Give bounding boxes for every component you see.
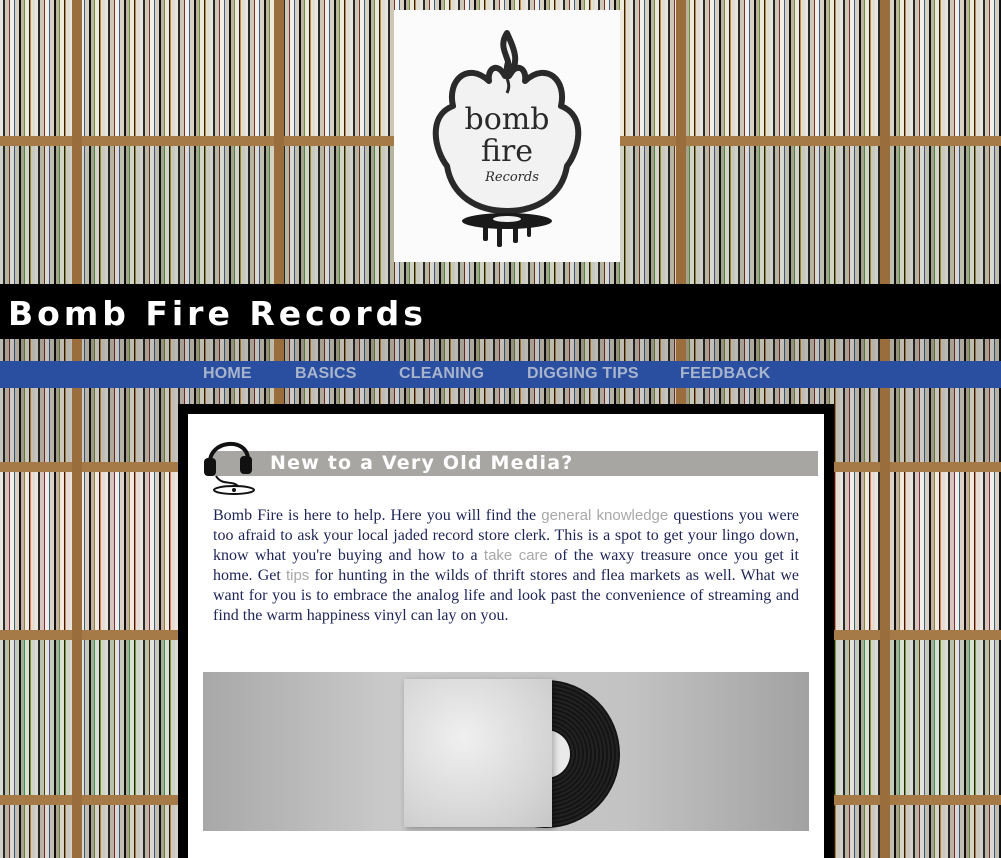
flame-record-logo-icon: bomb fire Records: [432, 30, 582, 247]
heading-bar: New to a Very Old Media?: [212, 451, 818, 476]
svg-text:fire: fire: [481, 134, 533, 169]
page-heading: New to a Very Old Media?: [270, 452, 574, 474]
nav-feedback[interactable]: FEEDBACK: [680, 365, 771, 383]
nav-basics[interactable]: BASICS: [295, 365, 357, 383]
content-frame: New to a Very Old Media? Bomb Fire is he…: [178, 404, 834, 858]
nav-digging-tips[interactable]: DIGGING TIPS: [527, 365, 639, 383]
shelf-post: [880, 0, 890, 858]
shelf-post: [72, 0, 82, 858]
site-header: Bomb Fire Records: [0, 284, 1001, 339]
tips-link[interactable]: tips: [286, 567, 309, 584]
svg-text:bomb: bomb: [465, 102, 550, 137]
take-care-link[interactable]: take care: [484, 547, 548, 564]
main-content: New to a Very Old Media? Bomb Fire is he…: [188, 414, 824, 858]
intro-paragraph: Bomb Fire is here to help. Here you will…: [213, 506, 799, 626]
general-knowledge-link[interactable]: general knowledge: [541, 507, 668, 524]
main-nav: HOME BASICS CLEANING DIGGING TIPS FEEDBA…: [0, 361, 1001, 388]
svg-text:Records: Records: [484, 170, 539, 185]
intro-text: Bomb Fire is here to help. Here you will…: [213, 507, 542, 524]
shelf-row: [0, 339, 1001, 361]
vinyl-record-image: [203, 672, 809, 831]
record-sleeve: [404, 679, 552, 827]
site-logo[interactable]: bomb fire Records: [394, 10, 620, 262]
nav-home[interactable]: HOME: [203, 365, 252, 383]
site-title[interactable]: Bomb Fire Records: [8, 294, 427, 333]
nav-cleaning[interactable]: CLEANING: [399, 365, 484, 383]
headphones-turntable-icon: [204, 442, 255, 495]
